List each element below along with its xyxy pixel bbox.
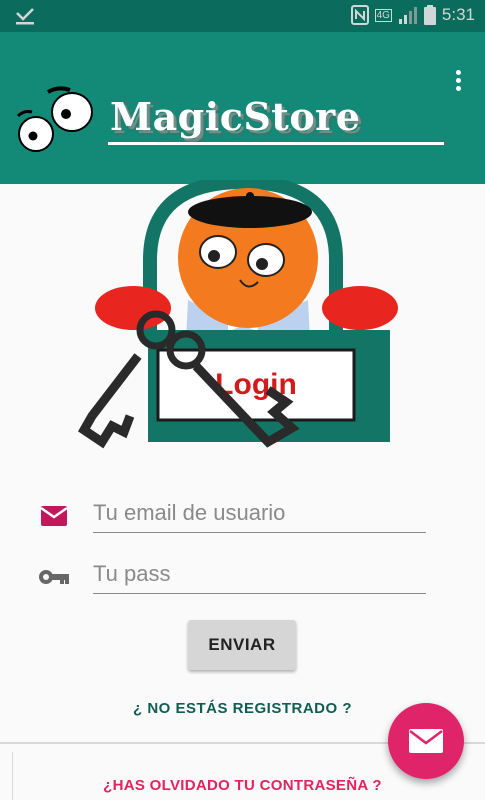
signal-icon [398,7,417,24]
password-field-row [38,555,428,599]
mail-icon [409,729,443,753]
nfc-icon [350,5,369,25]
status-time: 5:31 [441,5,475,24]
email-field-row [38,494,428,538]
submit-button[interactable]: ENVIAR [188,620,296,670]
email-input[interactable] [93,496,426,530]
more-vert-icon[interactable] [453,70,463,94]
network-type-label: 4G [374,8,392,22]
title-underline [108,142,444,145]
forgot-password-link[interactable]: ¿HAS OLVIDADO TU CONTRASEÑA ? [0,777,485,794]
battery-icon [423,5,436,25]
mail-icon [40,506,68,526]
app-title: MagicStore [110,94,361,139]
password-input[interactable] [93,557,426,591]
download-done-icon [16,8,34,25]
password-underline [93,593,426,594]
eyes-logo-icon [16,86,93,152]
email-fab-button[interactable] [388,703,464,779]
login-mascot-illustration: Login [78,180,398,449]
status-icons: 4G 5:31 [350,5,475,25]
email-underline [93,532,426,533]
key-icon [39,570,69,584]
status-bar: 4G 5:31 [0,0,485,32]
